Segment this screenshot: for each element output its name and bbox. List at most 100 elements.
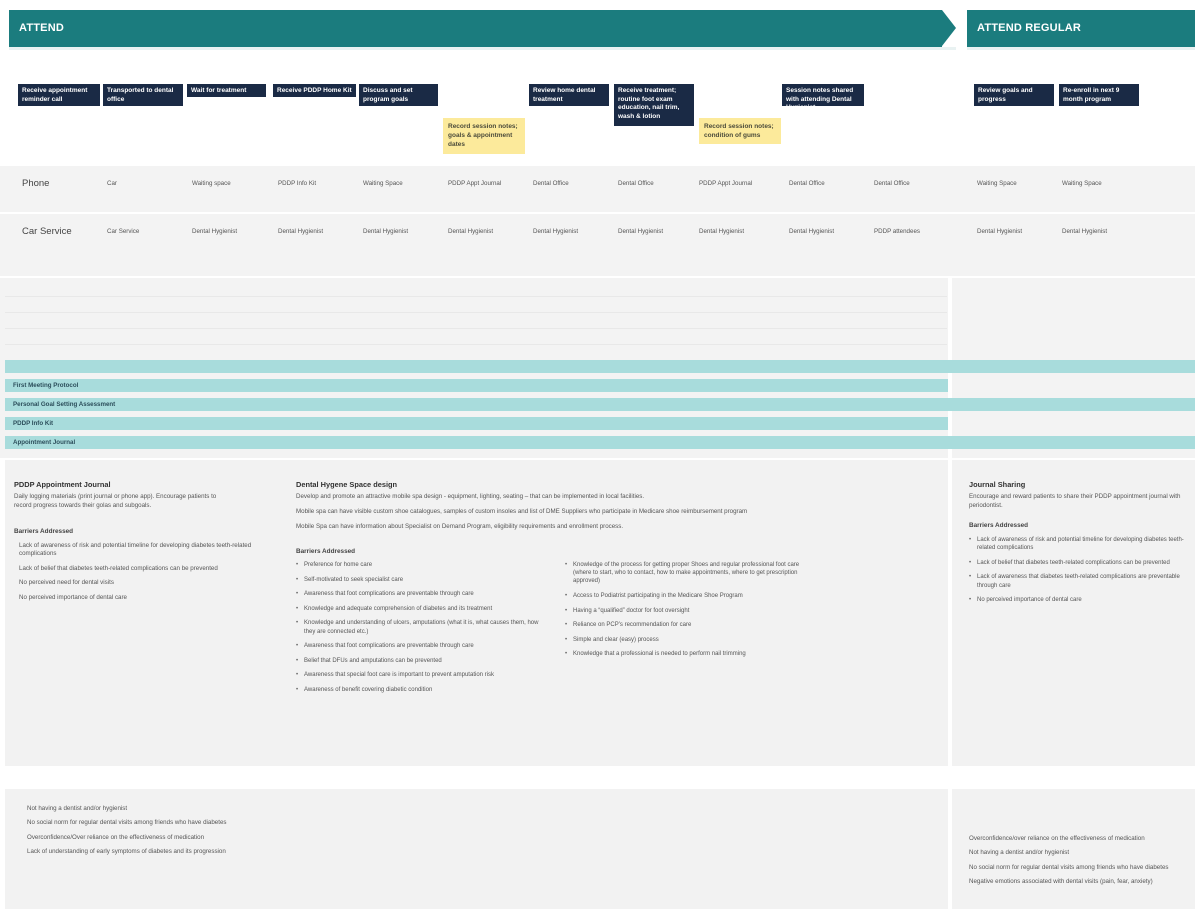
step-home-kit: Receive PDDP Home Kit — [273, 84, 356, 97]
barrier-item: Awareness of benefit covering diabetic c… — [296, 686, 541, 694]
barrier-item: Knowledge and adequate comprehension of … — [296, 605, 541, 613]
spa-barriers-left: Preference for home care Self-motivated … — [296, 561, 541, 701]
lane-cell: PDDP Appt Journal — [448, 180, 502, 187]
sharing-description: Encourage and reward patients to share t… — [969, 493, 1181, 509]
barrier-item: Lack of awareness that diabetes teeth-re… — [969, 573, 1184, 589]
pain-point-item: Not having a dentist and/or hygienist — [27, 805, 128, 812]
lane-cell: Dental Hygienist — [618, 228, 664, 235]
bar-label: Appointment Journal — [13, 439, 76, 446]
pain-points-panel-regular: Overconfidence/over reliance on the effe… — [952, 789, 1195, 909]
barrier-item: Knowledge that a professional is needed … — [565, 650, 815, 658]
bar-first-meeting: First Meeting Protocol — [5, 379, 948, 392]
bar-label: First Meeting Protocol — [13, 382, 79, 389]
barrier-item: Reliance on PCP’s recommendation for car… — [565, 621, 815, 629]
barrier-item: Lack of awareness of risk and potential … — [969, 536, 1184, 552]
journal-barriers-list: Lack of awareness of risk and potential … — [19, 542, 259, 608]
lane-cell: PDDP Appt Journal — [699, 180, 753, 187]
lane-cell: Dental Hygienist — [363, 228, 409, 235]
barrier-item: Simple and clear (easy) process — [565, 636, 815, 644]
row-line — [5, 344, 947, 345]
journal-description: Daily logging materials (print journal o… — [14, 493, 217, 509]
lane-car-service: Car Service Car Service Dental Hygienist… — [0, 214, 1195, 276]
barrier-item: Awareness that foot complications are pr… — [296, 642, 541, 650]
pain-points-list: Not having a dentist and/or hygienist No… — [27, 805, 427, 862]
lane-cell: Dental Office — [874, 180, 910, 187]
bar-info-kit: PDDP Info Kit — [5, 417, 948, 430]
bar-label: PDDP Info Kit — [13, 420, 54, 427]
lane-cell: Dental Hygienist — [1062, 228, 1108, 235]
barrier-item: Belief that DFUs and amputations can be … — [296, 657, 541, 665]
lane-cell: Dental Hygienist — [699, 228, 745, 235]
teal-band — [5, 360, 1195, 373]
stage-header-attend-regular: ATTEND REGULAR — [967, 10, 1195, 47]
lane-cell: Dental Hygienist — [192, 228, 238, 235]
spa-line: Mobile Spa can have information about Sp… — [296, 523, 624, 530]
spa-line: Mobile spa can have visible custom shoe … — [296, 508, 748, 515]
barrier-item: Preference for home care — [296, 561, 541, 569]
barrier-item: Lack of awareness of risk and potential … — [19, 542, 252, 558]
stage-arrow-tip — [942, 10, 956, 46]
sharing-title: Journal Sharing — [969, 480, 1026, 489]
spa-barriers-title: Barriers Addressed — [296, 548, 356, 555]
barrier-item: Knowledge and understanding of ulcers, a… — [296, 619, 541, 635]
lane-cell: Waiting space — [192, 180, 231, 187]
step-transported: Transported to dental office — [103, 84, 183, 106]
stage-header-attend: ATTEND — [9, 10, 942, 47]
barrier-item: Access to Podiatrist participating in th… — [565, 592, 815, 600]
spa-barriers-right: Knowledge of the process for getting pro… — [565, 561, 815, 665]
barrier-item: Self-motivated to seek specialist care — [296, 576, 541, 584]
row-line — [5, 312, 947, 313]
note-record-goals: Record session notes; goals & appointmen… — [443, 118, 525, 154]
barrier-item: Awareness that foot complications are pr… — [296, 590, 541, 598]
step-notes-shared: Session notes shared with attending Dent… — [782, 84, 864, 111]
lane-cell: Dental Hygienist — [977, 228, 1023, 235]
step-re-enroll: Re-enroll in next 9 month program — [1059, 84, 1139, 106]
bar-goal-assessment: Personal Goal Setting Assessment — [5, 398, 1195, 411]
spa-line: Develop and promote an attractive mobile… — [296, 493, 645, 500]
barrier-item: No perceived importance of dental care — [19, 593, 127, 601]
step-review-goals: Review goals and progress — [974, 84, 1054, 106]
barrier-item: No perceived importance of dental care — [969, 596, 1184, 604]
lane-cell: Car Service — [107, 228, 140, 235]
lane-cell: PDDP Info Kit — [278, 180, 317, 187]
barrier-item: Lack of belief that diabetes teeth-relat… — [969, 559, 1184, 567]
lane-cell: Dental Office — [533, 180, 569, 187]
pain-point-item: No social norm for regular dental visits… — [969, 863, 1169, 871]
lane-cell: Dental Hygienist — [789, 228, 835, 235]
pain-point-item: Lack of understanding of early symptoms … — [27, 847, 226, 855]
lane-cell: Dental Hygienist — [278, 228, 324, 235]
sharing-barriers-title: Barriers Addressed — [969, 522, 1029, 529]
step-wait: Wait for treatment — [187, 84, 266, 97]
lane-cell: Dental Office — [618, 180, 654, 187]
barrier-item: Having a “qualified” doctor for foot ove… — [565, 607, 815, 615]
barrier-item: Awareness that special foot care is impo… — [296, 671, 541, 679]
lane-cell: Dental Hygienist — [533, 228, 579, 235]
stage-underline-regular — [967, 47, 1195, 50]
lane-cell: Waiting Space — [363, 180, 403, 187]
pain-point-item: Not having a dentist and/or hygienist — [969, 849, 1070, 857]
pain-points-panel: Not having a dentist and/or hygienist No… — [5, 789, 948, 909]
step-set-goals: Discuss and set program goals — [359, 84, 438, 106]
lane-phone: Phone Car Waiting space PDDP Info Kit Wa… — [0, 166, 1195, 212]
step-receive-treatment: Receive treatment; routine foot exam edu… — [614, 84, 694, 126]
stage-label-attend-regular: ATTEND REGULAR — [977, 22, 1082, 34]
barrier-item: Lack of belief that diabetes teeth-relat… — [19, 564, 218, 572]
lane-cell: Waiting Space — [977, 180, 1017, 187]
lane-cell: Car — [107, 180, 117, 187]
note-record-gums: Record session notes; condition of gums — [699, 118, 781, 144]
pain-point-item: No social norm for regular dental visits… — [27, 819, 227, 827]
pain-point-item: Overconfidence/Over reliance on the effe… — [27, 833, 205, 841]
sharing-barriers-list: Lack of awareness of risk and potential … — [969, 536, 1184, 611]
journal-sharing-panel: Journal Sharing Encourage and reward pat… — [952, 460, 1195, 766]
bar-label: Personal Goal Setting Assessment — [13, 401, 116, 408]
lane-title-car-service: Car Service — [22, 226, 72, 237]
bar-appointment-journal: Appointment Journal — [5, 436, 1195, 449]
lane-title-phone: Phone — [22, 178, 50, 189]
pain-point-item: Negative emotions associated with dental… — [969, 877, 1153, 885]
lane-cell: PDDP attendees — [874, 228, 920, 235]
row-line — [5, 328, 947, 329]
barrier-item: No perceived need for dental visits — [19, 579, 114, 587]
stage-underline — [9, 47, 956, 50]
barrier-item: Knowledge of the process for getting pro… — [565, 561, 815, 586]
journal-title: PDDP Appointment Journal — [14, 480, 111, 489]
